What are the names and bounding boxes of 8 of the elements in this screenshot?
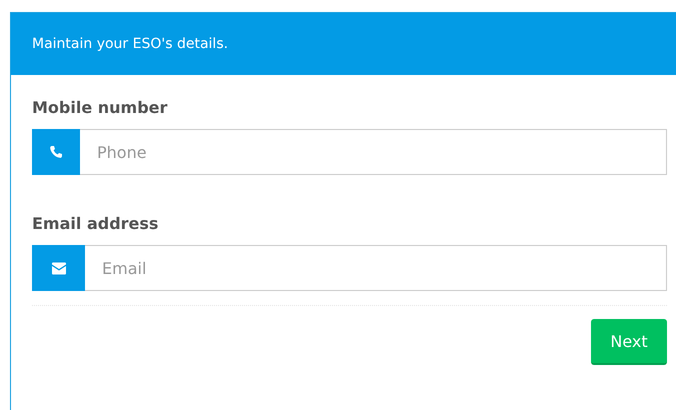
email-field[interactable]: Email [85,245,667,291]
next-button[interactable]: Next [591,319,667,365]
phone-icon [49,145,63,159]
phone-field[interactable]: Phone [80,129,667,175]
field-label: Email address [32,215,160,233]
field-label: Mobile number [32,99,168,117]
panel-heading: Maintain your ESO's details. [32,36,228,52]
envelope-icon [50,262,66,274]
